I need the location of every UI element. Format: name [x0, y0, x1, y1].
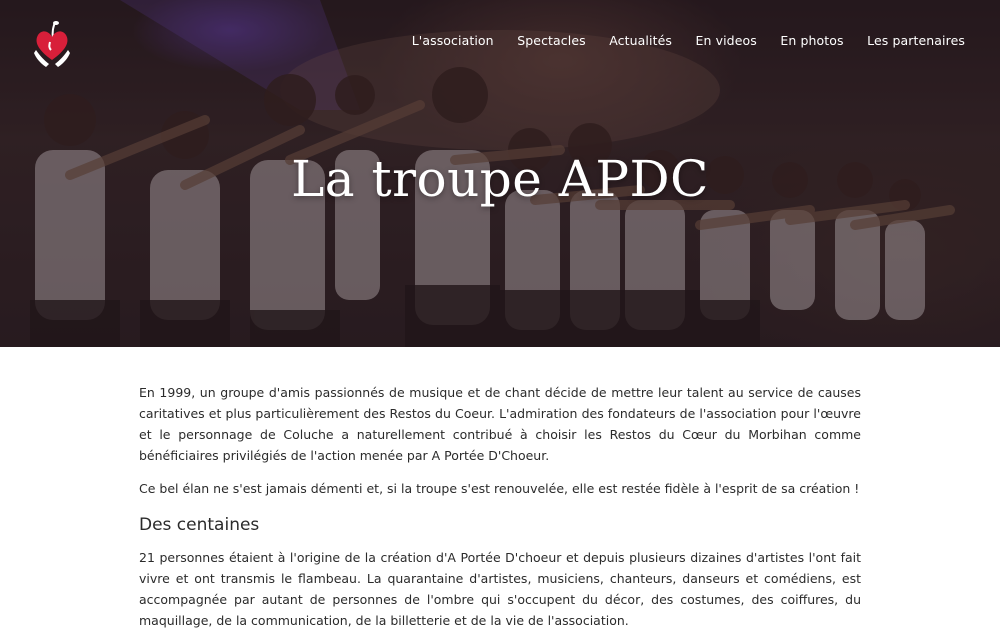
nav-link-association[interactable]: L'association: [412, 33, 494, 48]
main-navigation: L'association Spectacles Actualités En v…: [388, 33, 965, 48]
section-paragraph: 21 personnes étaient à l'origine de la c…: [139, 550, 861, 628]
nav-link-photos[interactable]: En photos: [780, 33, 843, 48]
nav-link-videos[interactable]: En videos: [696, 33, 757, 48]
heart-hands-logo-icon[interactable]: [32, 20, 72, 68]
nav-link-partenaires[interactable]: Les partenaires: [867, 33, 965, 48]
intro-paragraph: En 1999, un groupe d'amis passionnés de …: [139, 385, 861, 463]
hero-banner: L'association Spectacles Actualités En v…: [0, 0, 1000, 347]
spirit-paragraph: Ce bel élan ne s'est jamais démenti et, …: [139, 481, 860, 496]
page-title: La troupe APDC: [291, 150, 709, 208]
nav-link-spectacles[interactable]: Spectacles: [517, 33, 586, 48]
nav-link-actualites[interactable]: Actualités: [609, 33, 672, 48]
main-content: En 1999, un groupe d'amis passionnés de …: [139, 382, 861, 643]
section-heading: Des centaines: [139, 515, 260, 535]
